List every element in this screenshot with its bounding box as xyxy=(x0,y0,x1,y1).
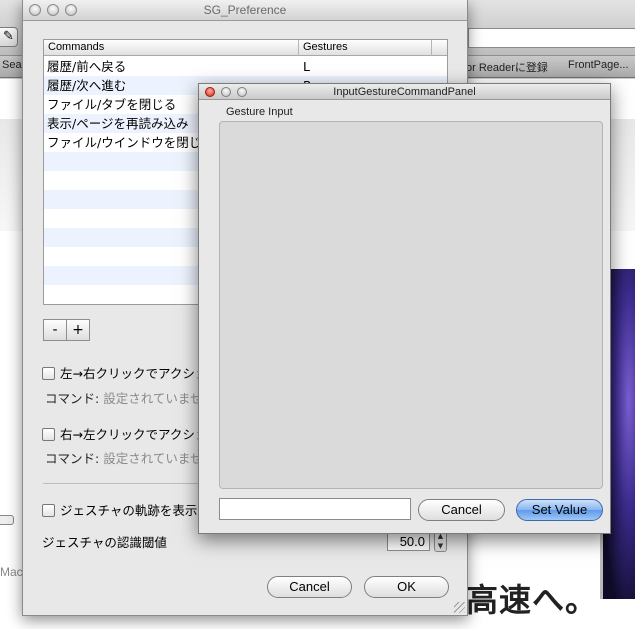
resize-grip-icon[interactable] xyxy=(454,602,465,613)
preference-window-title: SG_Preference xyxy=(203,3,287,17)
preference-title-bar[interactable]: SG_Preference xyxy=(23,0,467,21)
gesture-panel-title-bar[interactable]: InputGestureCommandPanel xyxy=(199,84,610,100)
show-trail-option[interactable]: ジェスチャの軌跡を表示 xyxy=(42,500,197,519)
page-control xyxy=(0,515,14,525)
close-window-icon[interactable] xyxy=(29,4,41,16)
gesture-input-panel: InputGestureCommandPanel Gesture Input C… xyxy=(198,83,611,534)
gesture-value-field[interactable] xyxy=(219,498,411,520)
bookmark-item-search[interactable]: Sea xyxy=(2,59,22,71)
left-right-click-checkbox[interactable] xyxy=(42,367,55,380)
table-row[interactable]: 履歴/前へ戻る L xyxy=(44,57,447,76)
threshold-label: ジェスチャの認識閾値 xyxy=(42,535,167,550)
minimize-panel-icon[interactable] xyxy=(221,87,231,97)
preference-cancel-button[interactable]: Cancel xyxy=(267,576,352,598)
command-label: コマンド: xyxy=(45,451,100,466)
right-left-click-label: 右→左クリックでアクション xyxy=(60,427,220,442)
page-text-mac: Mac xyxy=(0,565,23,579)
left-right-command-row: コマンド: 設定されていません xyxy=(45,388,215,407)
column-header-commands[interactable]: Commands xyxy=(48,41,104,53)
remove-command-button[interactable]: - xyxy=(43,319,67,341)
page-headline: 高速へ。 xyxy=(466,581,599,619)
zoom-panel-icon[interactable] xyxy=(237,87,247,97)
command-cell: 表示/ページを再読み込み xyxy=(47,116,189,131)
command-cell: 履歴/次へ進む xyxy=(47,78,127,93)
right-left-command-row: コマンド: 設定されていません xyxy=(45,448,215,467)
minimize-window-icon[interactable] xyxy=(47,4,59,16)
threshold-input[interactable]: 50.0 xyxy=(387,532,430,551)
left-right-click-label: 左→右クリックでアクション xyxy=(60,366,220,381)
command-cell: 履歴/前へ戻る xyxy=(47,59,127,74)
gesture-panel-title: InputGestureCommandPanel xyxy=(333,86,476,98)
edit-icon[interactable]: ✎ xyxy=(0,27,18,47)
gesture-drawing-area[interactable] xyxy=(219,121,603,489)
show-trail-label: ジェスチャの軌跡を表示 xyxy=(60,503,198,518)
bookmark-item-reader[interactable]: or Readerに登録 xyxy=(466,59,548,75)
zoom-window-icon[interactable] xyxy=(65,4,77,16)
column-header-gestures[interactable]: Gestures xyxy=(303,41,348,53)
left-right-click-option[interactable]: 左→右クリックでアクション xyxy=(42,363,220,382)
stepper-down-icon[interactable]: ▼ xyxy=(438,542,443,550)
gesture-input-group-label: Gesture Input xyxy=(226,106,293,118)
right-left-click-option[interactable]: 右→左クリックでアクション xyxy=(42,424,220,443)
command-label: コマンド: xyxy=(45,391,100,406)
gesture-cell: L xyxy=(303,59,310,74)
command-cell: ファイル/ウインドウを閉じる xyxy=(47,135,214,150)
browser-url-bar[interactable] xyxy=(468,28,635,48)
command-cell: ファイル/タブを閉じる xyxy=(47,97,177,112)
close-panel-icon[interactable] xyxy=(205,87,215,97)
show-trail-checkbox[interactable] xyxy=(42,504,55,517)
right-left-click-checkbox[interactable] xyxy=(42,428,55,441)
gesture-cancel-button[interactable]: Cancel xyxy=(418,499,505,521)
preference-ok-button[interactable]: OK xyxy=(364,576,449,598)
bookmark-item-frontpage[interactable]: FrontPage... xyxy=(568,59,629,71)
table-header: Commands Gestures xyxy=(44,40,447,56)
set-value-button[interactable]: Set Value xyxy=(516,499,603,521)
add-command-button[interactable]: + xyxy=(66,319,90,341)
